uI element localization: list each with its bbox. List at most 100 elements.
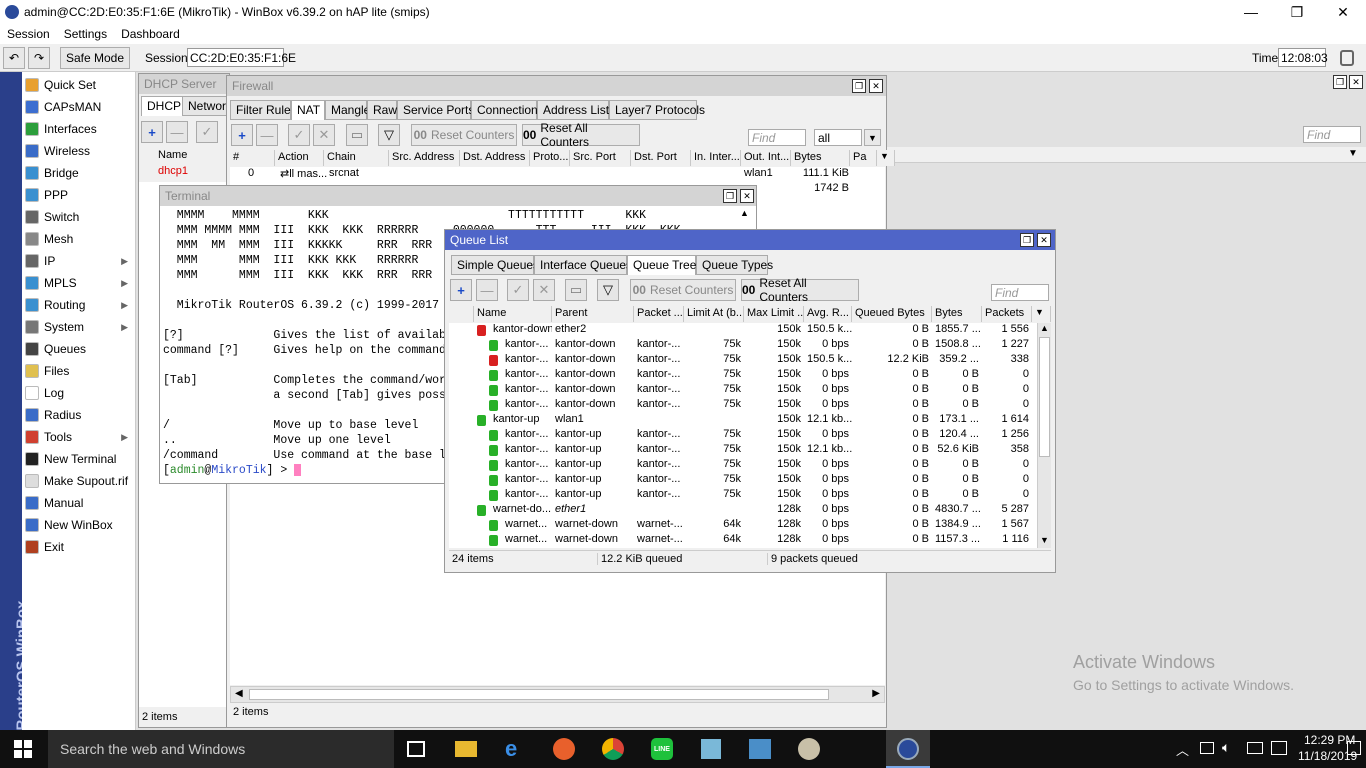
queue-row[interactable]: kantor-... kantor-down kantor-... 75k 150k 0 … [449,338,1041,353]
sidebar-item-system[interactable]: System ▶ [22,316,136,338]
sidebar-item-quick-set[interactable]: Quick Set [22,74,136,96]
sidebar-item-routing[interactable]: Routing ▶ [22,294,136,316]
tab-nat[interactable]: NAT [291,100,325,120]
queue-col-name[interactable]: Name [474,306,552,322]
queue-columns-dropdown-icon[interactable]: ▼ [1032,306,1051,322]
tab-service-ports[interactable]: Service Ports [397,100,474,120]
queue-col-limit-at-b-[interactable]: Limit At (b... [684,306,744,322]
menu-settings[interactable]: Settings [57,27,114,41]
fw-scroll-thumb[interactable] [249,689,829,700]
paint-icon[interactable] [798,738,820,760]
fw-filter-dropdown-icon[interactable]: ▼ [864,129,881,146]
tab-dhcp[interactable]: DHCP [141,96,188,116]
sidebar-item-queues[interactable]: Queues [22,338,136,360]
fw-col-chain[interactable]: Chain [324,150,389,166]
sidebar-item-switch[interactable]: Switch [22,206,136,228]
fw-disable-button[interactable]: ✕ [313,124,335,146]
sidebar-item-wireless[interactable]: Wireless [22,140,136,162]
queue-restore-button[interactable]: ❐ [1020,233,1034,247]
fw-col-src-address[interactable]: Src. Address [389,150,460,166]
undo-button[interactable]: ↶ [3,47,25,69]
queue-row[interactable]: warnet... warnet-down warnet-... 64k 128k 0 b… [449,533,1041,548]
terminal-scroll-up-icon[interactable]: ▲ [740,208,749,218]
action-center-icon[interactable] [1347,741,1361,755]
queue-row[interactable]: kantor-... kantor-up kantor-... 75k 150k 0 bp… [449,458,1041,473]
queue-row[interactable]: kantor-... kantor-down kantor-... 75k 150k 0 … [449,368,1041,383]
minimize-button[interactable]: — [1228,0,1274,24]
sidebar-item-new-terminal[interactable]: New Terminal [22,448,136,470]
queue-col-packet-[interactable]: Packet ... [634,306,684,322]
sidebar-item-exit[interactable]: Exit [22,536,136,558]
dhcp-row-name[interactable]: dhcp1 [155,165,191,180]
queue-row[interactable]: kantor-... kantor-up kantor-... 75k 150k 0 bp… [449,488,1041,503]
fw-remove-button[interactable]: — [256,124,278,146]
edge-icon[interactable]: e [505,736,517,762]
queue-row[interactable]: kantor-... kantor-down kantor-... 75k 150k 0 … [449,383,1041,398]
tab-queue-types[interactable]: Queue Types [696,255,773,275]
workspace-close-button[interactable]: ✕ [1349,75,1363,89]
tray-battery-icon[interactable] [1200,742,1214,754]
sidebar-item-tools[interactable]: Tools ▶ [22,426,136,448]
tab-mangle[interactable]: Mangle [325,100,370,120]
queue-row[interactable]: warnet-do... ether1 128k 0 bps 0 B 4830.7 ...… [449,503,1041,518]
queue-row[interactable]: kantor-... kantor-up kantor-... 75k 150k 0 bp… [449,428,1041,443]
sidebar-item-bridge[interactable]: Bridge [22,162,136,184]
redo-button[interactable]: ↷ [28,47,50,69]
queue-reset-counters-button[interactable]: 00 Reset Counters [630,279,736,301]
fw-col-src-port[interactable]: Src. Port [570,150,631,166]
scroll-right-icon[interactable]: ▶ [872,688,880,699]
sidebar-item-make-supout-rif[interactable]: Make Supout.rif [22,470,136,492]
tab-filter-rules[interactable]: Filter Rules [230,100,297,120]
tray-keyboard-icon[interactable] [1247,742,1263,754]
tab-raw[interactable]: Raw [367,100,397,120]
fw-col-dst-address[interactable]: Dst. Address [460,150,530,166]
line-app-icon[interactable]: LINE [651,738,673,760]
taskbar-search-box[interactable]: Search the web and Windows [48,730,394,768]
file-explorer-icon[interactable] [455,741,477,757]
winbox-taskbar-icon[interactable] [886,730,930,768]
tray-volume-icon[interactable]: 🔈︎ [1222,739,1230,756]
queue-scroll-up-icon[interactable]: ▲ [1040,323,1049,333]
chrome-icon[interactable] [602,738,624,760]
queue-col-avg-r-[interactable]: Avg. R... [804,306,852,322]
right-find-input[interactable]: Find [1303,126,1361,143]
queue-vertical-scrollbar[interactable]: ▲ ▼ [1037,323,1051,548]
menu-session[interactable]: Session [0,27,57,41]
queue-row[interactable]: kantor-... kantor-down kantor-... 75k 150k 15… [449,353,1041,368]
sidebar-item-interfaces[interactable]: Interfaces [22,118,136,140]
tab-interface-queues[interactable]: Interface Queues [534,255,632,275]
queue-scroll-down-icon[interactable]: ▼ [1040,535,1049,545]
firewall-restore-button[interactable]: ❐ [852,79,866,93]
session-field[interactable]: CC:2D:E0:35:F1:6E [187,48,296,67]
dhcp-remove-button[interactable]: — [166,121,188,143]
sidebar-item-manual[interactable]: Manual [22,492,136,514]
workspace-restore-button[interactable]: ❐ [1333,75,1347,89]
fw-col-out-int-[interactable]: Out. Int... [741,150,791,166]
fw-enable-button[interactable]: ✓ [288,124,310,146]
fw-find-input[interactable]: Find [748,129,806,146]
queue-row[interactable]: kantor-up wlan1 150k 12.1 kb... 0 B 173.1 ...… [449,413,1041,428]
tab-layer7-protocols[interactable]: Layer7 Protocols [609,100,705,120]
queue-row[interactable]: warnet... warnet-down warnet-... 64k 128k 0 b… [449,518,1041,533]
fw-filter-icon[interactable]: ▽ [378,124,400,146]
fw-row0-action[interactable]: ⇄ll mas... [277,167,330,182]
terminal-close-button[interactable]: ✕ [740,189,754,203]
network-app-icon[interactable] [749,739,771,759]
queue-col-max-limit-[interactable]: Max Limit ... [744,306,804,322]
fw-reset-all-counters-button[interactable]: 00 Reset All Counters [522,121,640,149]
fw-add-button[interactable]: + [231,124,253,146]
fw-col-dst-port[interactable]: Dst. Port [631,150,691,166]
sidebar-item-radius[interactable]: Radius [22,404,136,426]
tab-connections[interactable]: Connections [471,100,544,120]
dhcp-enable-button[interactable]: ✓ [196,121,218,143]
queue-find-input[interactable]: Find [991,284,1049,301]
start-windows-icon[interactable] [14,740,32,758]
queue-col-queued-bytes[interactable]: Queued Bytes [852,306,932,322]
queue-col-parent[interactable]: Parent [552,306,634,322]
terminal-restore-button[interactable]: ❐ [723,189,737,203]
queue-disable-button[interactable]: ✕ [533,279,555,301]
sidebar-item-mesh[interactable]: Mesh [22,228,136,250]
fw-comment-button[interactable]: ▭ [346,124,368,146]
sidebar-item-capsman[interactable]: CAPsMAN [22,96,136,118]
menu-dashboard[interactable]: Dashboard [114,27,187,41]
